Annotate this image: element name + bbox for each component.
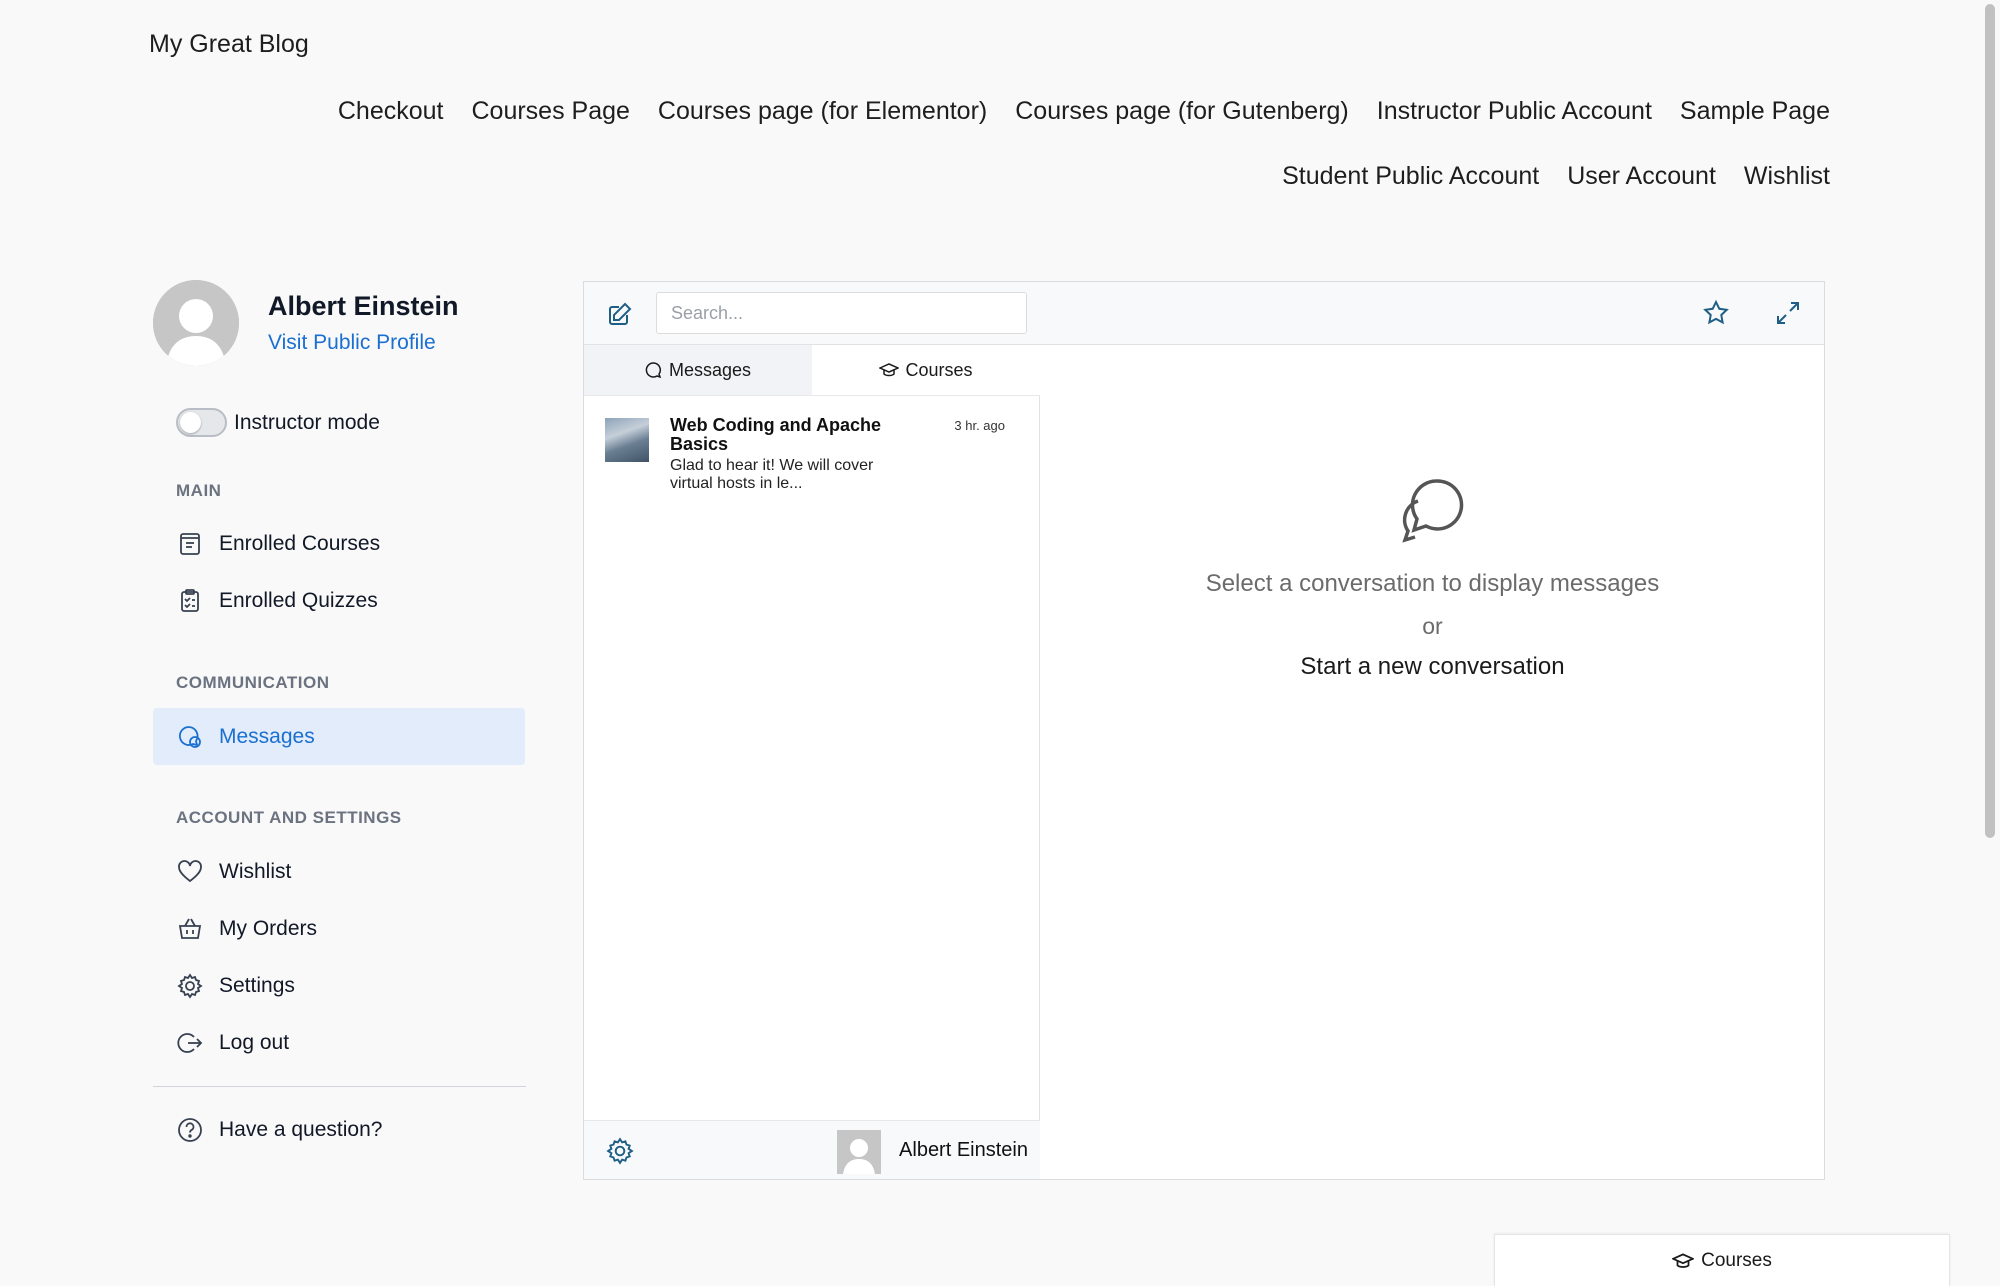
chat-bubbles-icon [176,723,204,751]
nav-user-account[interactable]: User Account [1567,162,1716,191]
section-title-main: MAIN [176,481,222,500]
message-view-pane: Select a conversation to display message… [1041,345,1824,1179]
instructor-mode-row: Instructor mode [176,408,380,437]
logout-icon [176,1029,204,1057]
page-scrollbar[interactable] [1982,0,1998,1286]
nav-courses-gutenberg[interactable]: Courses page (for Gutenberg) [1015,97,1349,126]
book-icon [176,530,204,558]
conversation-list-pane: Messages Courses Web Coding and Apache B… [584,345,1040,1179]
course-thumbnail [605,418,649,462]
conversation-bubbles-icon [1398,475,1468,545]
nav-courses-elementor[interactable]: Courses page (for Elementor) [658,97,987,126]
scrollbar-thumb[interactable] [1985,4,1995,838]
conversation-title: Web Coding and Apache Basics [670,415,882,454]
nav-student-public-account[interactable]: Student Public Account [1282,162,1539,191]
sidebar-item-have-a-question[interactable]: Have a question? [153,1101,525,1158]
floating-courses-button[interactable]: Courses [1494,1234,1950,1286]
conversation-item[interactable]: Web Coding and Apache Basics 3 hr. ago G… [584,402,1040,502]
messenger-toolbar [584,282,1824,345]
empty-state-message: Select a conversation to display message… [1205,570,1660,597]
start-new-conversation-link[interactable]: Start a new conversation [1041,653,1824,681]
clipboard-check-icon [176,587,204,615]
sidebar-divider [153,1086,526,1087]
instructor-mode-label: Instructor mode [234,410,380,434]
site-title[interactable]: My Great Blog [149,30,309,59]
conversation-snippet: Glad to hear it! We will cover virtual h… [670,457,874,492]
nav-instructor-public-account[interactable]: Instructor Public Account [1377,97,1652,126]
section-title-account: ACCOUNT AND SETTINGS [176,808,402,827]
tab-messages[interactable]: Messages [584,345,812,395]
sidebar-item-enrolled-courses[interactable]: Enrolled Courses [153,515,525,572]
sidebar-item-messages[interactable]: Messages [153,708,525,765]
profile-name: Albert Einstein [268,291,459,321]
sidebar-item-my-orders[interactable]: My Orders [153,900,525,957]
expand-icon[interactable] [1774,299,1802,327]
messenger-tabs: Messages Courses [584,345,1040,396]
visit-public-profile-link[interactable]: Visit Public Profile [268,331,436,355]
graduation-cap-icon [1672,1251,1695,1271]
search-input[interactable] [656,292,1027,334]
nav-wishlist[interactable]: Wishlist [1744,162,1830,191]
tab-courses[interactable]: Courses [812,345,1040,395]
sidebar-item-wishlist[interactable]: Wishlist [153,843,525,900]
compose-icon[interactable] [606,300,634,328]
star-icon[interactable] [1702,299,1730,327]
current-user-name: Albert Einstein [899,1139,1028,1161]
sidebar-item-settings[interactable]: Settings [153,957,525,1014]
profile-header: Albert Einstein Visit Public Profile [153,280,526,370]
messenger-footer: Albert Einstein [584,1120,1040,1179]
heart-icon [176,858,204,886]
basket-icon [176,915,204,943]
nav-sample-page[interactable]: Sample Page [1680,97,1830,126]
settings-gear-icon[interactable] [606,1137,634,1165]
sidebar-item-enrolled-quizzes[interactable]: Enrolled Quizzes [153,572,525,629]
account-sidebar: Albert Einstein Visit Public Profile Ins… [153,280,526,1142]
section-title-communication: COMMUNICATION [176,673,330,692]
instructor-mode-toggle[interactable] [176,408,227,437]
nav-checkout[interactable]: Checkout [338,97,444,126]
nav-row-1: Checkout Courses Page Courses page (for … [130,91,1830,131]
gear-icon [176,972,204,1000]
messenger-panel: Messages Courses Web Coding and Apache B… [583,281,1825,1180]
empty-state-or: or [1422,613,1443,639]
sidebar-item-log-out[interactable]: Log out [153,1014,525,1071]
nav-courses-page[interactable]: Courses Page [471,97,629,126]
conversation-time: 3 hr. ago [954,418,1005,433]
graduation-cap-icon [879,361,900,379]
nav-row-2: Student Public Account User Account Wish… [130,156,1830,196]
chat-icon [645,361,663,379]
question-circle-icon [176,1116,204,1144]
avatar [153,280,239,366]
user-avatar [837,1130,881,1174]
